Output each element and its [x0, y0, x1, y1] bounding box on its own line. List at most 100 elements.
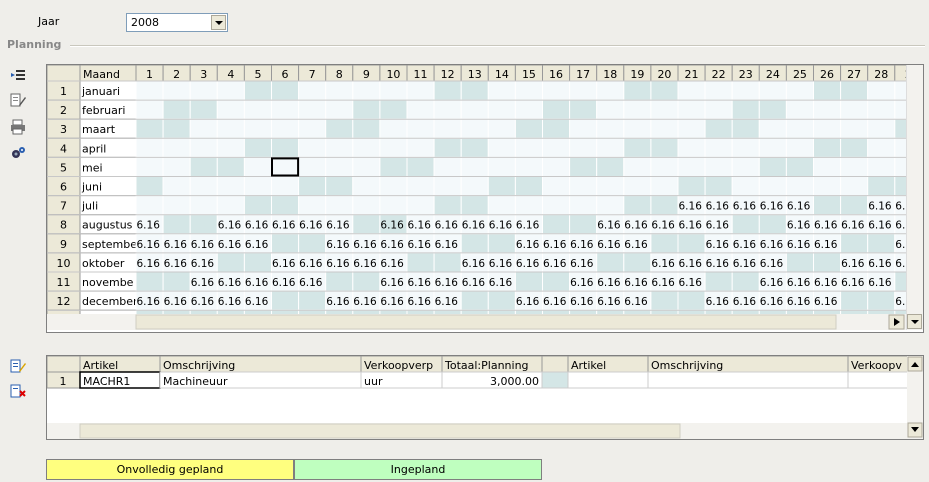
day-cell[interactable]	[677, 80, 706, 101]
day-cell[interactable]	[243, 137, 272, 158]
day-cell[interactable]	[271, 99, 300, 120]
day-cell[interactable]	[623, 118, 652, 139]
day-cell[interactable]	[162, 214, 191, 235]
year-select[interactable]: 2008	[126, 13, 228, 32]
day-cell[interactable]	[542, 271, 571, 292]
day-cell[interactable]	[460, 290, 489, 311]
day-cell[interactable]	[569, 137, 598, 158]
day-cell[interactable]	[352, 214, 381, 235]
day-cell[interactable]	[135, 80, 164, 101]
day-cell[interactable]	[271, 118, 300, 139]
day-cell[interactable]	[243, 99, 272, 120]
day-cell[interactable]	[569, 118, 598, 139]
day-cell[interactable]	[433, 118, 462, 139]
day-cell[interactable]	[271, 233, 300, 254]
day-cell[interactable]	[569, 176, 598, 197]
day-cell[interactable]	[487, 176, 516, 197]
article-description-cell-2[interactable]	[647, 371, 849, 389]
day-cell[interactable]	[216, 118, 245, 139]
day-cell[interactable]	[514, 176, 543, 197]
day-cell[interactable]	[298, 99, 327, 120]
day-cell[interactable]	[298, 137, 327, 158]
day-cell[interactable]	[731, 156, 760, 178]
day-cell[interactable]	[650, 233, 679, 254]
day-cell[interactable]	[867, 176, 896, 197]
day-cell[interactable]	[135, 271, 164, 292]
day-cell[interactable]	[731, 137, 760, 158]
import-icon[interactable]	[10, 67, 26, 83]
day-cell[interactable]	[840, 176, 869, 197]
day-cell[interactable]	[352, 195, 381, 216]
day-cell[interactable]	[243, 252, 272, 273]
day-cell[interactable]	[650, 80, 679, 101]
day-cell[interactable]	[135, 176, 164, 197]
day-cell[interactable]	[243, 195, 272, 216]
day-cell[interactable]	[487, 290, 516, 311]
day-cell[interactable]	[406, 80, 435, 101]
day-cell[interactable]	[379, 156, 408, 178]
day-cell[interactable]	[243, 176, 272, 197]
day-cell[interactable]	[487, 99, 516, 120]
day-cell[interactable]	[731, 80, 760, 101]
day-cell[interactable]	[162, 80, 191, 101]
day-cell[interactable]	[379, 118, 408, 139]
day-cell[interactable]	[271, 137, 300, 158]
day-cell[interactable]	[542, 80, 571, 101]
day-cell[interactable]	[189, 118, 218, 139]
day-cell[interactable]	[867, 233, 896, 254]
day-cell[interactable]	[216, 99, 245, 120]
day-cell[interactable]	[514, 271, 543, 292]
day-cell[interactable]	[840, 195, 869, 216]
day-cell[interactable]	[325, 271, 354, 292]
day-cell[interactable]	[542, 118, 571, 139]
printer-icon[interactable]	[10, 119, 26, 135]
day-cell[interactable]	[135, 156, 164, 178]
day-cell[interactable]	[650, 99, 679, 120]
day-cell[interactable]	[704, 80, 733, 101]
day-cell[interactable]	[325, 80, 354, 101]
edit-list-icon[interactable]	[10, 92, 26, 108]
day-cell[interactable]	[704, 156, 733, 178]
day-cell[interactable]	[298, 176, 327, 197]
day-cell[interactable]	[189, 80, 218, 101]
day-cell[interactable]	[352, 80, 381, 101]
day-cell[interactable]	[840, 156, 869, 178]
day-cell[interactable]	[623, 176, 652, 197]
day-cell[interactable]	[189, 99, 218, 120]
day-cell[interactable]	[785, 156, 815, 178]
day-cell[interactable]	[650, 156, 679, 178]
day-cell[interactable]	[271, 80, 300, 101]
day-cell[interactable]	[325, 99, 354, 120]
scroll-down-button[interactable]	[907, 314, 922, 329]
day-cell[interactable]	[785, 99, 815, 120]
day-cell[interactable]	[352, 156, 381, 178]
day-cell[interactable]	[650, 118, 679, 139]
day-cell[interactable]	[542, 99, 571, 120]
day-cell[interactable]	[731, 271, 760, 292]
day-cell[interactable]	[216, 80, 245, 101]
gears-icon[interactable]	[10, 145, 26, 161]
day-cell[interactable]	[785, 176, 815, 197]
day-cell[interactable]	[650, 290, 679, 311]
day-cell[interactable]	[758, 118, 787, 139]
day-cell[interactable]	[813, 80, 842, 101]
day-cell[interactable]	[677, 156, 706, 178]
day-cell[interactable]	[569, 99, 598, 120]
day-cell[interactable]	[298, 195, 327, 216]
day-cell[interactable]	[460, 156, 489, 178]
day-cell[interactable]	[542, 156, 571, 178]
day-cell[interactable]	[243, 156, 272, 178]
day-cell[interactable]	[189, 137, 218, 158]
day-cell[interactable]	[704, 99, 733, 120]
edit-article-icon[interactable]	[10, 358, 26, 374]
day-cell[interactable]	[189, 195, 218, 216]
day-cell[interactable]	[569, 80, 598, 101]
day-cell[interactable]	[758, 80, 787, 101]
day-cell[interactable]	[813, 99, 842, 120]
day-cell[interactable]	[487, 233, 516, 254]
day-cell[interactable]	[352, 271, 381, 292]
day-cell[interactable]	[677, 99, 706, 120]
day-cell[interactable]	[325, 195, 354, 216]
day-cell[interactable]	[460, 195, 489, 216]
day-cell[interactable]	[162, 195, 191, 216]
